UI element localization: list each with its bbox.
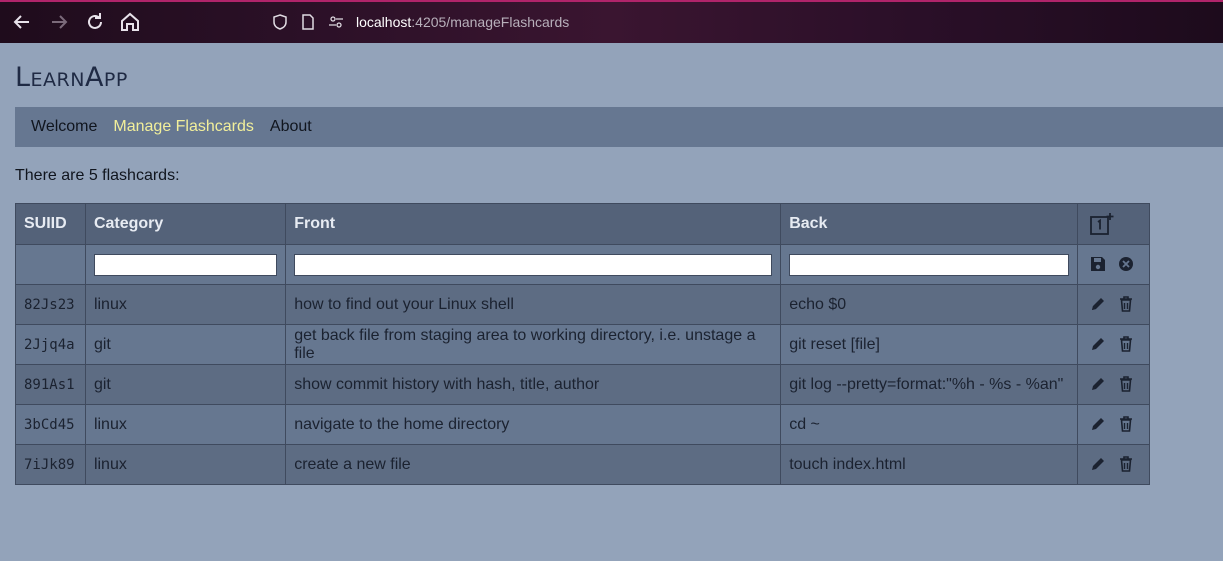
- site-permissions-icon[interactable]: [328, 14, 344, 30]
- suiid-cell: 891As1: [15, 364, 86, 405]
- table-row: 3bCd45 linux navigate to the home direct…: [15, 404, 1151, 445]
- pencil-icon[interactable]: [1089, 335, 1107, 353]
- front-cell: how to find out your Linux shell: [285, 284, 782, 325]
- back-cell: git reset [file]: [780, 324, 1078, 365]
- main-navbar: Welcome Manage Flashcards About: [15, 107, 1223, 147]
- new-card-row: [15, 244, 1151, 285]
- back-cell: git log --pretty=format:"%h - %s - %an": [780, 364, 1078, 405]
- front-cell: navigate to the home directory: [285, 404, 782, 445]
- row-actions: [1076, 364, 1151, 405]
- category-cell: git: [84, 324, 287, 365]
- front-cell: get back file from staging area to worki…: [285, 324, 782, 365]
- pencil-icon[interactable]: [1089, 375, 1107, 393]
- url-text[interactable]: localhost:4205/manageFlashcards: [356, 14, 569, 30]
- header-front: Front: [285, 203, 782, 245]
- front-cell: show commit history with hash, title, au…: [285, 364, 782, 405]
- new-suiid-cell: [15, 244, 86, 285]
- row-actions: [1076, 444, 1151, 485]
- front-cell: create a new file: [285, 444, 782, 485]
- trash-icon[interactable]: [1117, 295, 1135, 313]
- back-arrow-icon[interactable]: [10, 10, 34, 34]
- cancel-icon[interactable]: [1117, 255, 1135, 273]
- row-actions: [1076, 284, 1151, 325]
- flashcard-count: There are 5 flashcards:: [15, 167, 180, 184]
- header-actions: [1076, 203, 1151, 245]
- suiid-cell: 7iJk89: [15, 444, 86, 485]
- flashcards-table: SUIID Category Front Back 82Js23 linux h…: [15, 203, 1151, 485]
- pencil-icon[interactable]: [1089, 415, 1107, 433]
- add-card-icon[interactable]: [1089, 211, 1115, 237]
- new-back-input[interactable]: [789, 253, 1069, 276]
- nav-welcome[interactable]: Welcome: [31, 118, 97, 136]
- category-cell: linux: [84, 404, 287, 445]
- pencil-icon[interactable]: [1089, 295, 1107, 313]
- page-icon: [300, 14, 316, 30]
- suiid-cell: 3bCd45: [15, 404, 86, 445]
- category-cell: linux: [84, 284, 287, 325]
- reload-icon[interactable]: [83, 10, 107, 34]
- back-cell: echo $0: [780, 284, 1078, 325]
- table-row: 2Jjq4a git get back file from staging ar…: [15, 324, 1151, 365]
- table-row: 7iJk89 linux create a new file touch ind…: [15, 444, 1151, 485]
- table-row: 82Js23 linux how to find out your Linux …: [15, 284, 1151, 325]
- new-front-input[interactable]: [294, 253, 773, 276]
- trash-icon[interactable]: [1117, 335, 1135, 353]
- row-actions: [1076, 404, 1151, 445]
- home-icon[interactable]: [118, 10, 142, 34]
- category-cell: git: [84, 364, 287, 405]
- new-row-actions: [1076, 244, 1151, 285]
- back-cell: touch index.html: [780, 444, 1078, 485]
- suiid-cell: 2Jjq4a: [15, 324, 86, 365]
- shield-icon[interactable]: [272, 14, 288, 30]
- new-category-cell: [84, 244, 287, 285]
- nav-about[interactable]: About: [270, 118, 312, 136]
- save-icon[interactable]: [1089, 255, 1107, 273]
- new-category-input[interactable]: [93, 253, 278, 276]
- forward-arrow-icon[interactable]: [47, 10, 71, 34]
- header-category: Category: [84, 203, 287, 245]
- pencil-icon[interactable]: [1089, 455, 1107, 473]
- header-back: Back: [780, 203, 1078, 245]
- back-cell: cd ~: [780, 404, 1078, 445]
- nav-manage-flashcards[interactable]: Manage Flashcards: [113, 118, 254, 136]
- table-header-row: SUIID Category Front Back: [15, 203, 1151, 245]
- new-front-cell: [285, 244, 782, 285]
- header-suiid: SUIID: [15, 203, 86, 245]
- row-actions: [1076, 324, 1151, 365]
- category-cell: linux: [84, 444, 287, 485]
- trash-icon[interactable]: [1117, 375, 1135, 393]
- suiid-cell: 82Js23: [15, 284, 86, 325]
- trash-icon[interactable]: [1117, 415, 1135, 433]
- new-back-cell: [780, 244, 1078, 285]
- table-row: 891As1 git show commit history with hash…: [15, 364, 1151, 405]
- app-title: LearnApp: [15, 62, 128, 93]
- address-bar[interactable]: localhost:4205/manageFlashcards: [272, 10, 569, 34]
- browser-toolbar: localhost:4205/manageFlashcards: [0, 0, 1223, 43]
- trash-icon[interactable]: [1117, 455, 1135, 473]
